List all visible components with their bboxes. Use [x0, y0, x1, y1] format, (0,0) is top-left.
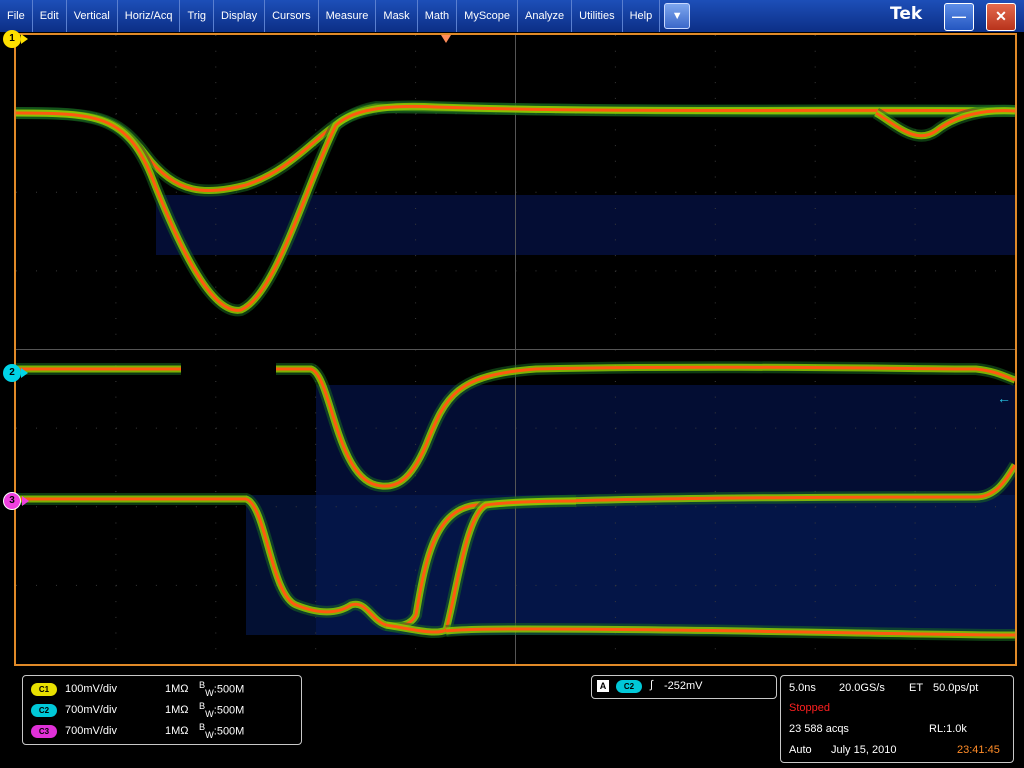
- ch3-badge: C3: [31, 724, 57, 738]
- ch1-scale: 100mV/div: [65, 683, 117, 695]
- date: July 15, 2010: [831, 744, 897, 756]
- timebase-panel[interactable]: 5.0ns 20.0GS/s ET 50.0ps/pt Stopped 23 5…: [780, 675, 1014, 763]
- menu-horiz-acq[interactable]: Horiz/Acq: [118, 0, 181, 32]
- channel-settings-panel[interactable]: C1 100mV/div 1MΩ BW:500M C2 700mV/div 1M…: [22, 675, 302, 745]
- menu-edit[interactable]: Edit: [33, 0, 67, 32]
- close-icon[interactable]: ✕: [986, 3, 1016, 31]
- ch3-settings-row[interactable]: C3 700mV/div 1MΩ BW:500M: [31, 722, 244, 740]
- ch2-settings-row[interactable]: C2 700mV/div 1MΩ BW:500M: [31, 701, 244, 719]
- acq-count: 23 588 acqs: [789, 723, 849, 735]
- ch2-bandwidth: :500M: [213, 704, 245, 717]
- ch3-persistence-haze: [246, 495, 1015, 635]
- ch2-marker[interactable]: 2: [3, 364, 21, 382]
- menu-help[interactable]: Help: [623, 0, 661, 32]
- sample-rate: 20.0GS/s: [839, 682, 885, 694]
- ch3-marker[interactable]: 3: [3, 492, 21, 510]
- ch3-arrow-icon: [22, 496, 29, 506]
- trigger-settings-panel[interactable]: A C2 ∫ -252mV: [591, 675, 777, 699]
- menu-analyze[interactable]: Analyze: [518, 0, 573, 32]
- acq-status: Stopped: [789, 702, 830, 714]
- menu-measure[interactable]: Measure: [319, 0, 377, 32]
- ch1-settings-row[interactable]: C1 100mV/div 1MΩ BW:500M: [31, 680, 244, 698]
- menu-utilities[interactable]: Utilities: [572, 0, 623, 32]
- ch3-bandwidth: :500M: [213, 725, 245, 738]
- minimize-icon[interactable]: —: [944, 3, 974, 31]
- ch3-scale: 700mV/div: [65, 725, 117, 737]
- waveform-canvas: [16, 35, 1015, 664]
- trigger-mode: Auto: [789, 744, 812, 756]
- trigger-mode-badge: A: [597, 680, 609, 692]
- horizontal-scale: 5.0ns: [789, 682, 816, 694]
- tek-logo: Tek: [890, 4, 923, 24]
- ch1-marker[interactable]: 1: [3, 30, 21, 48]
- dropdown-arrow-icon[interactable]: ▼: [664, 3, 691, 29]
- rising-edge-icon: ∫: [650, 679, 654, 691]
- ch1-arrow-icon: [21, 34, 28, 44]
- menu-cursors[interactable]: Cursors: [265, 0, 319, 32]
- ch2-bw-sub: W: [205, 708, 214, 719]
- resolution: 50.0ps/pt: [933, 682, 979, 694]
- acq-mode: ET: [909, 682, 924, 694]
- trigger-position-icon[interactable]: [441, 35, 451, 43]
- menu-math[interactable]: Math: [418, 0, 458, 32]
- ch1-bandwidth: :500M: [213, 683, 245, 696]
- ch2-arrow-icon: [21, 368, 28, 378]
- menu-trig[interactable]: Trig: [180, 0, 215, 32]
- ch1-bw-sub: W: [205, 687, 214, 698]
- time: 23:41:45: [957, 744, 1000, 756]
- record-length: RL:1.0k: [929, 723, 967, 735]
- menu-myscope[interactable]: MyScope: [457, 0, 519, 32]
- ch1-badge: C1: [31, 682, 57, 696]
- ch2-badge: C2: [31, 703, 57, 717]
- trigger-level-icon[interactable]: ←: [997, 390, 1011, 406]
- menu-bar: File Edit Vertical Horiz/Acq Trig Displa…: [0, 0, 1024, 32]
- ch1-impedance: 1MΩ: [165, 683, 189, 695]
- menu-vertical[interactable]: Vertical: [67, 0, 118, 32]
- ch2-scale: 700mV/div: [65, 704, 117, 716]
- menu-file[interactable]: File: [0, 0, 33, 32]
- trigger-source-badge: C2: [616, 680, 642, 693]
- ch2-impedance: 1MΩ: [165, 704, 189, 716]
- ch3-bw-sub: W: [205, 729, 214, 740]
- ch3-impedance: 1MΩ: [165, 725, 189, 737]
- waveform-display[interactable]: [14, 33, 1017, 666]
- menu-mask[interactable]: Mask: [376, 0, 418, 32]
- menu-display[interactable]: Display: [214, 0, 266, 32]
- trigger-level: -252mV: [664, 680, 703, 692]
